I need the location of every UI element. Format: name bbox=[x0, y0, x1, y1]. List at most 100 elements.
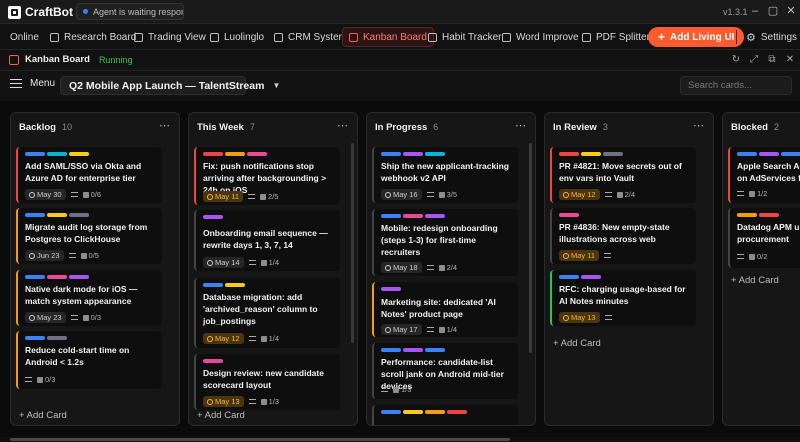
panel-title: Kanban Board Running bbox=[9, 54, 132, 65]
add-living-ui-button[interactable]: + Add Living UI bbox=[648, 27, 745, 47]
card-tags bbox=[559, 275, 601, 279]
tag bbox=[403, 152, 423, 156]
tag bbox=[559, 213, 579, 217]
description-icon bbox=[248, 194, 256, 199]
title-bar: CraftBot Agent is waiting response ... v… bbox=[0, 0, 800, 24]
card[interactable]: RFC: charging usage-based for AI Notes m… bbox=[550, 270, 696, 326]
tab-word-improve[interactable]: Word Improve bbox=[496, 27, 585, 47]
due-date-badge: May 12 bbox=[559, 189, 600, 200]
description-icon bbox=[604, 253, 612, 258]
card-meta: May 14 1/4 bbox=[203, 257, 279, 268]
board-selector[interactable]: Q2 Mobile App Launch — TalentStream ▼ bbox=[60, 76, 280, 95]
card[interactable]: Native dark mode for iOS — match system … bbox=[16, 270, 162, 326]
description-icon bbox=[604, 192, 612, 197]
more-options-icon[interactable]: ⋯ bbox=[337, 119, 349, 132]
card-meta: May 11 2/5 bbox=[203, 191, 278, 202]
tab-crm-system[interactable]: CRM System bbox=[268, 27, 353, 47]
card-meta: 1/3 bbox=[381, 385, 411, 394]
clock-icon bbox=[385, 264, 391, 271]
card[interactable]: PR #4821: Move secrets out of env vars i… bbox=[550, 147, 696, 203]
maximize-icon[interactable]: ▢ bbox=[766, 4, 780, 18]
checklist-icon bbox=[749, 253, 755, 260]
card-title: Reduce cold-start time on Android < 1.2s bbox=[25, 345, 130, 367]
close-panel-icon[interactable]: ✕ bbox=[784, 54, 796, 66]
plus-icon: + bbox=[658, 30, 666, 44]
maximize-panel-icon[interactable]: ⤢ bbox=[748, 54, 760, 66]
tab-trading-view[interactable]: Trading View bbox=[128, 27, 212, 47]
more-options-icon[interactable]: ⋯ bbox=[159, 119, 171, 132]
tag bbox=[581, 152, 601, 156]
more-options-icon[interactable]: ⋯ bbox=[515, 119, 527, 132]
close-icon[interactable]: ✕ bbox=[784, 4, 798, 18]
clock-icon bbox=[207, 259, 213, 266]
column-backlog: Backlog 10 ⋯ Add SAML/SSO via Okta and A… bbox=[10, 112, 180, 426]
app-name: CraftBot bbox=[25, 5, 73, 19]
card[interactable]: Marketing site: dedicated 'AI Notes' pro… bbox=[372, 282, 518, 337]
clock-icon bbox=[563, 252, 569, 259]
tab-luolinglo[interactable]: Luolinglo bbox=[204, 27, 270, 47]
checklist-count: 1/3 bbox=[260, 397, 279, 406]
checklist-icon bbox=[616, 191, 623, 198]
card-meta: May 30 0/6 bbox=[25, 189, 101, 200]
clock-icon bbox=[29, 252, 35, 259]
tab-habit-tracker[interactable]: Habit Tracker bbox=[422, 27, 507, 47]
tag bbox=[559, 275, 579, 279]
refresh-icon[interactable]: ↻ bbox=[730, 54, 742, 66]
column-scrollbar[interactable] bbox=[351, 143, 354, 343]
checklist-icon bbox=[37, 376, 43, 383]
checklist-count: 2/4 bbox=[438, 263, 457, 272]
search-cards-input[interactable] bbox=[680, 76, 792, 95]
checklist-icon bbox=[438, 191, 445, 198]
card[interactable]: Database migration: add 'archived_reason… bbox=[194, 278, 340, 348]
card-tags bbox=[381, 214, 445, 218]
card[interactable]: Add SAML/SSO via Okta and Azure AD for e… bbox=[16, 147, 162, 203]
description-icon bbox=[248, 336, 256, 341]
minimize-icon[interactable]: – bbox=[748, 4, 762, 18]
card[interactable]: Design review: new candidate scorecard l… bbox=[194, 354, 340, 410]
tag bbox=[381, 214, 401, 218]
add-card-button[interactable]: + Add Card bbox=[731, 275, 779, 286]
clock-icon bbox=[563, 191, 569, 198]
open-external-icon[interactable]: ⧉ bbox=[766, 54, 778, 66]
tab-pdf-splitter[interactable]: PDF Splitter bbox=[576, 27, 656, 47]
tab-settings[interactable]: ⚙ Settings bbox=[740, 27, 800, 47]
tag bbox=[381, 410, 401, 414]
add-card-button[interactable]: + Add Card bbox=[19, 410, 67, 421]
card[interactable]: Mobile: redesign onboarding (steps 1-3) … bbox=[372, 209, 518, 276]
checklist-count: 2/5 bbox=[260, 192, 278, 201]
card[interactable]: Apple Search Ads on AdServices fra 1/2 bbox=[728, 147, 800, 203]
due-date-badge: May 17 bbox=[381, 324, 422, 335]
checklist-count: 0/3 bbox=[82, 313, 101, 322]
card[interactable]: Reduce cold-start time on Android < 1.2s… bbox=[16, 331, 162, 389]
card[interactable]: Performance: candidate-list scroll jank … bbox=[372, 343, 518, 399]
checklist-icon bbox=[438, 326, 445, 333]
more-options-icon[interactable]: ⋯ bbox=[693, 119, 705, 132]
tag bbox=[25, 152, 45, 156]
add-card-button[interactable]: + Add Card bbox=[197, 410, 245, 421]
card[interactable]: Ship the new applicant-tracking webhook … bbox=[372, 147, 518, 203]
card[interactable]: PR #4836: New empty-state illustrations … bbox=[550, 208, 696, 264]
tab-online[interactable]: Online bbox=[4, 27, 45, 47]
card[interactable] bbox=[372, 405, 518, 425]
agent-status-pill[interactable]: Agent is waiting response ... bbox=[76, 3, 184, 20]
due-date-badge: May 12 bbox=[203, 333, 244, 344]
add-card-button[interactable]: + Add Card bbox=[553, 338, 601, 349]
tab-kanban-board[interactable]: Kanban Board bbox=[342, 27, 434, 47]
board-scrollbar[interactable] bbox=[10, 438, 510, 441]
clock-icon bbox=[385, 326, 391, 333]
checklist-icon bbox=[260, 335, 267, 342]
card[interactable]: Fix: push notifications stop arriving af… bbox=[194, 147, 340, 205]
column-header: In Progress 6 bbox=[375, 122, 439, 133]
tag bbox=[25, 336, 45, 340]
column-header: In Review 3 bbox=[553, 122, 608, 133]
menu-button[interactable]: Menu bbox=[10, 78, 55, 89]
board-toolbar: Menu Q2 Mobile App Launch — TalentStream… bbox=[0, 71, 800, 101]
description-icon bbox=[426, 265, 434, 270]
card-meta: May 16 3/5 bbox=[381, 189, 457, 200]
card[interactable]: Datadog APM upg procurement 0/2 bbox=[728, 208, 800, 268]
card[interactable]: Onboarding email sequence — rewrite days… bbox=[194, 210, 340, 271]
tag bbox=[47, 152, 67, 156]
column-scrollbar[interactable] bbox=[529, 143, 532, 353]
tag bbox=[759, 152, 779, 156]
card[interactable]: Migrate audit log storage from Postgres … bbox=[16, 208, 162, 264]
